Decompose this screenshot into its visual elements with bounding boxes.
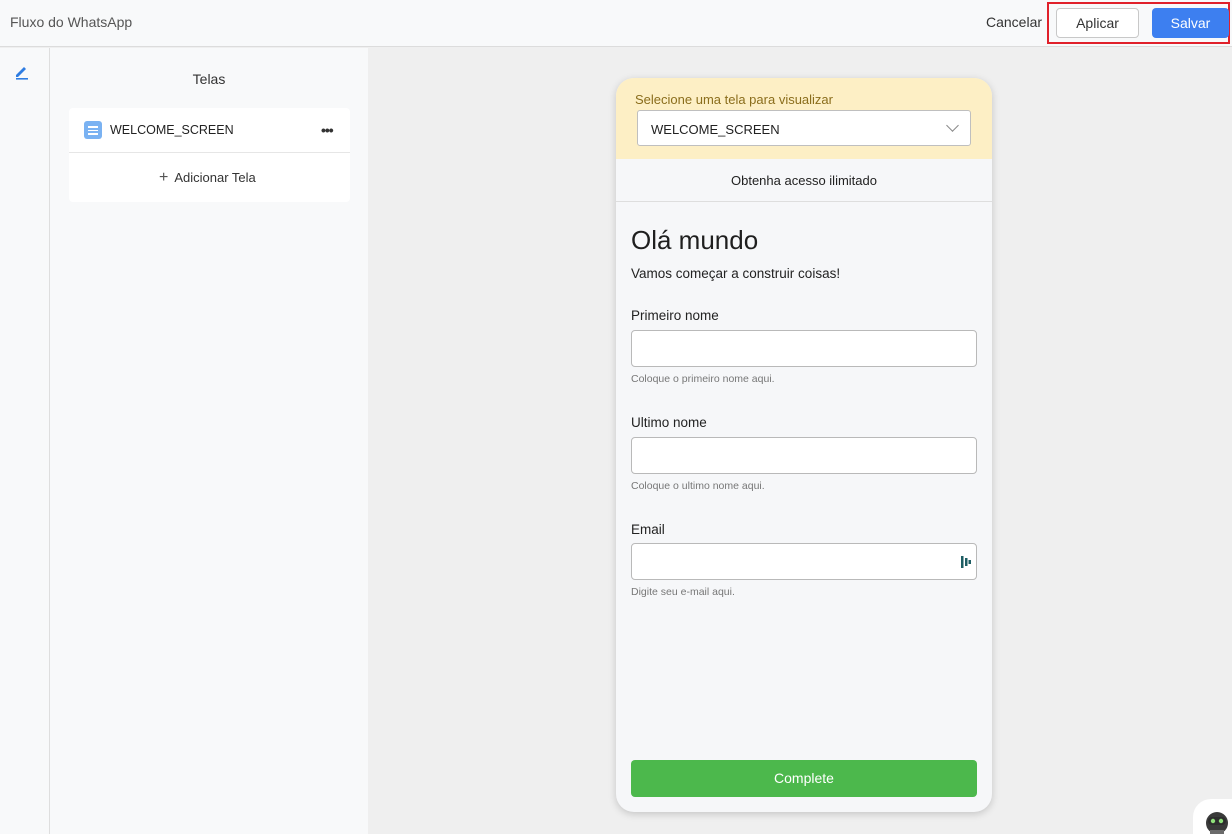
screens-list: WELCOME_SCREEN ••• + Adicionar Tela <box>69 108 350 202</box>
top-bar: Fluxo do WhatsApp Cancelar Aplicar Salva… <box>0 0 1232 47</box>
email-help: Digite seu e-mail aqui. <box>631 586 735 598</box>
last-name-help: Coloque o ultimo nome aqui. <box>631 480 765 492</box>
upgrade-banner[interactable]: Obtenha acesso ilimitado <box>616 159 992 202</box>
screen-select-value: WELCOME_SCREEN <box>651 122 780 137</box>
add-screen-label: Adicionar Tela <box>174 170 256 185</box>
complete-button[interactable]: Complete <box>631 760 977 797</box>
chevron-down-icon <box>946 119 959 132</box>
preview-header: Selecione uma tela para visualizar WELCO… <box>616 78 992 159</box>
document-icon <box>84 121 102 139</box>
screen-item-welcome[interactable]: WELCOME_SCREEN ••• <box>69 108 350 153</box>
preview-heading: Olá mundo <box>631 225 759 255</box>
screen-item-label: WELCOME_SCREEN <box>110 123 234 137</box>
password-manager-icon[interactable] <box>960 555 972 569</box>
first-name-input[interactable] <box>631 330 977 367</box>
screen-select[interactable]: WELCOME_SCREEN <box>637 110 971 146</box>
plus-icon: + <box>159 169 169 186</box>
more-icon[interactable]: ••• <box>321 122 334 138</box>
apply-button[interactable]: Aplicar <box>1056 8 1139 38</box>
email-label: Email <box>631 522 665 537</box>
left-rail <box>0 48 50 834</box>
first-name-label: Primeiro nome <box>631 308 719 323</box>
chatbot-icon[interactable] <box>1193 799 1232 834</box>
add-screen-button[interactable]: + Adicionar Tela <box>69 154 350 202</box>
screens-panel-title: Telas <box>192 71 226 87</box>
cancel-button[interactable]: Cancelar <box>986 14 1042 30</box>
last-name-label: Ultimo nome <box>631 415 707 430</box>
email-input[interactable] <box>631 543 977 580</box>
app-title: Fluxo do WhatsApp <box>10 14 133 30</box>
screens-panel: Telas WELCOME_SCREEN ••• + Adicionar Tela <box>50 48 368 834</box>
last-name-input[interactable] <box>631 437 977 474</box>
preview-subheading: Vamos começar a construir coisas! <box>631 266 841 281</box>
pencil-icon[interactable] <box>13 62 31 80</box>
first-name-help: Coloque o primeiro nome aqui. <box>631 373 775 385</box>
phone-preview: Selecione uma tela para visualizar WELCO… <box>616 78 992 812</box>
screen-select-label: Selecione uma tela para visualizar <box>635 92 833 107</box>
save-button[interactable]: Salvar <box>1152 8 1229 38</box>
